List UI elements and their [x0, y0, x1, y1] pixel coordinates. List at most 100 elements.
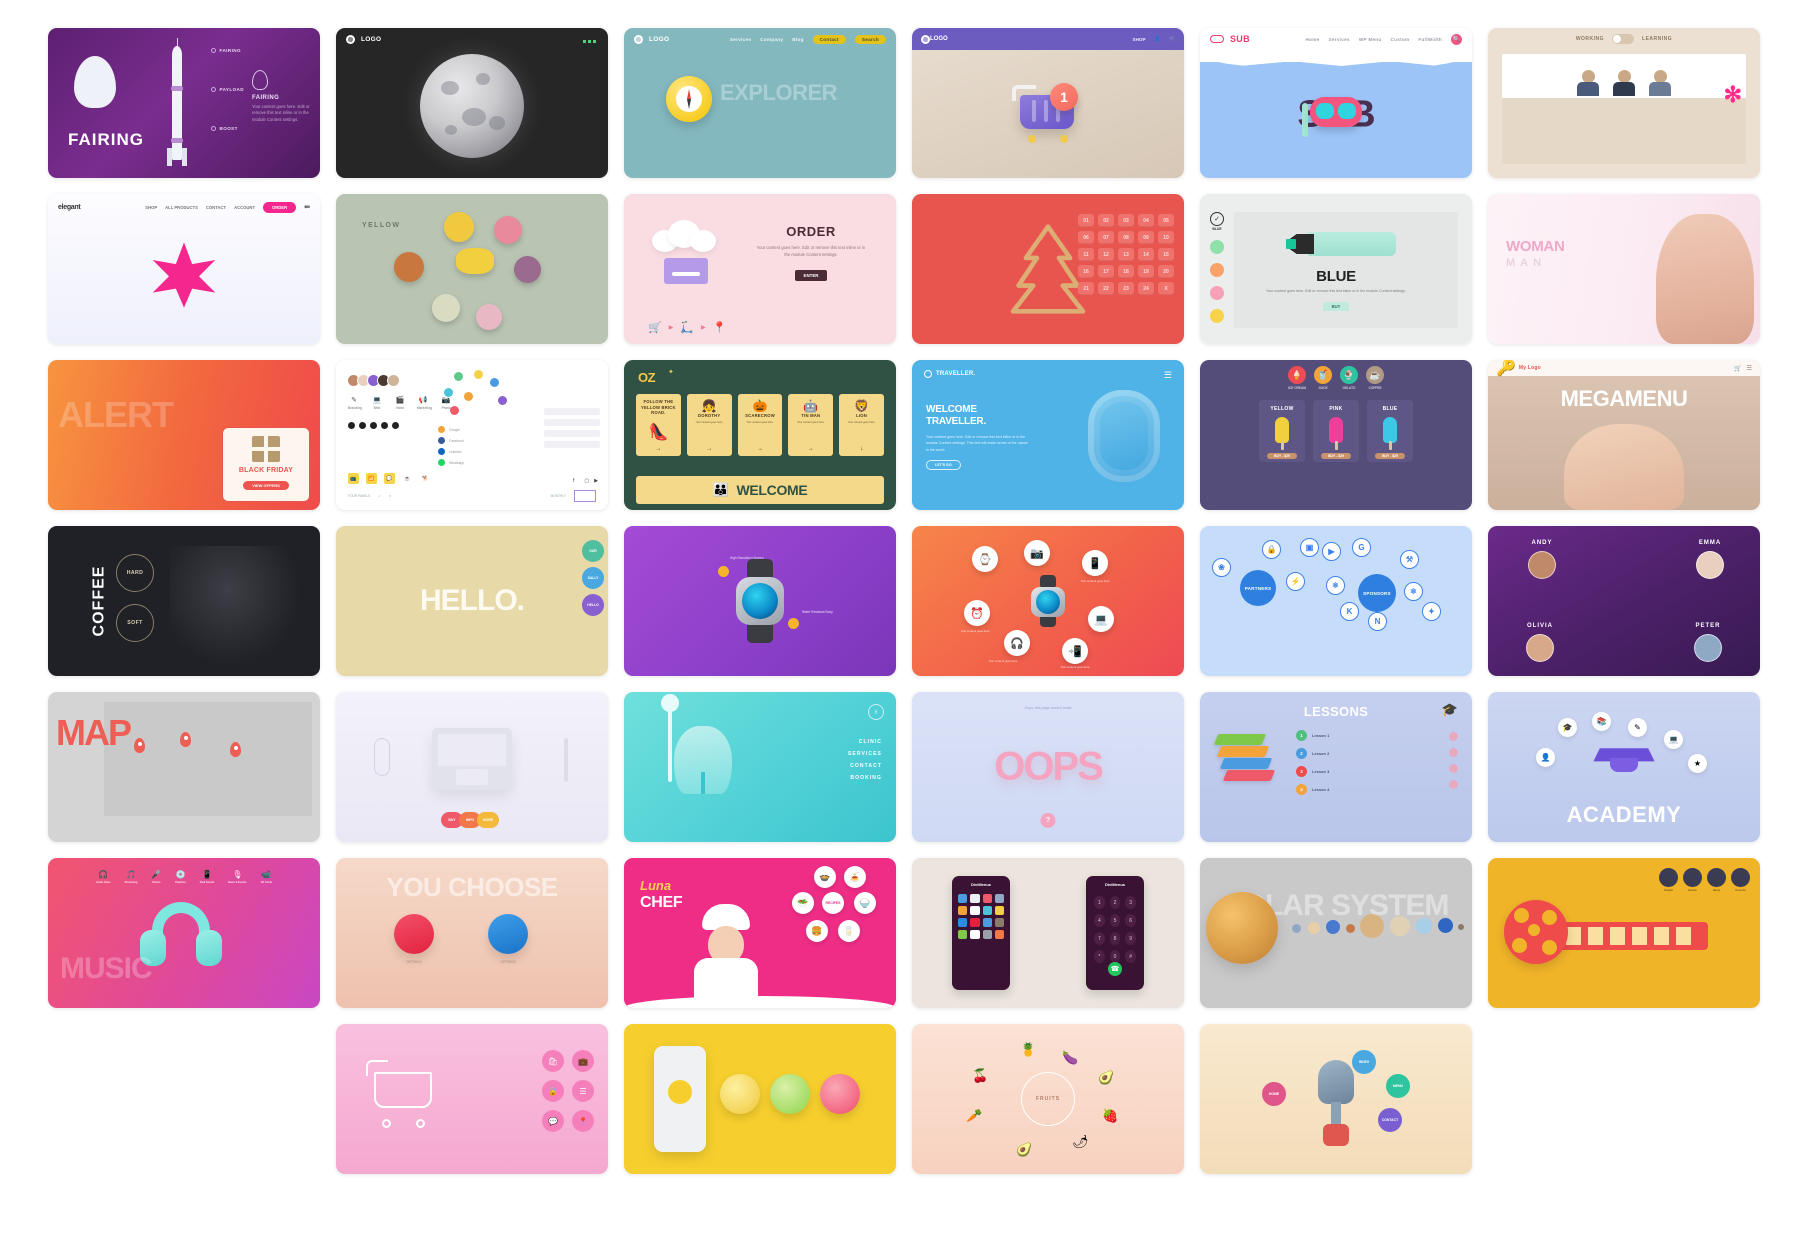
calendar-cell[interactable]: 21	[1078, 282, 1094, 295]
card-yellow[interactable]: YELLOW	[336, 194, 608, 344]
team-member[interactable]: PETER	[1694, 623, 1722, 662]
card-explorer[interactable]: LOGO Services Company Blog Contact Searc…	[624, 28, 896, 178]
enter-button[interactable]: ENTER	[795, 270, 828, 281]
tool-button[interactable]: 📺	[348, 473, 359, 484]
calendar-cell[interactable]: 18	[1118, 265, 1134, 278]
app-grid[interactable]	[958, 894, 1004, 939]
hamburger-icon[interactable]: ☰	[1164, 370, 1172, 381]
oz-card[interactable]: 🦁 LION Your content goes here. ↓	[839, 394, 884, 456]
price-badge[interactable]: BUY - $29	[1375, 453, 1405, 459]
nav-links[interactable]: Services Company Blog Contact Search	[730, 35, 886, 44]
card-woman-man[interactable]: WOMAN MAN	[1488, 194, 1760, 344]
calendar-cell[interactable]: 08	[1118, 231, 1134, 244]
dial-key[interactable]: 4	[1094, 914, 1105, 927]
academy-icon[interactable]: ✎	[1628, 718, 1647, 737]
gadget-icon[interactable]: ⌚	[972, 546, 998, 572]
recipe-dot[interactable]: 🍔	[806, 920, 828, 942]
nav-item[interactable]: WP Menu	[1359, 37, 1382, 42]
partner-node[interactable]: K	[1340, 602, 1359, 621]
card-shopping-icons[interactable]: 🛍 💼 🔒 ☰ 💬 📍	[336, 1024, 608, 1174]
calendar-cell[interactable]: 11	[1078, 248, 1094, 261]
sponsors-hub[interactable]: SPONSORS	[1358, 574, 1396, 612]
chip[interactable]: HELLO	[582, 594, 604, 616]
nav-item[interactable]: SHOP	[145, 205, 157, 210]
calendar-cell[interactable]: 16	[1078, 265, 1094, 278]
film-avatar[interactable]: Chaplin	[1659, 868, 1678, 892]
card-choose[interactable]: YOU CHOOSE OPTION A OPTION B	[336, 858, 608, 1008]
cart-icon[interactable]: 🛒	[1734, 365, 1741, 372]
facebook-icon[interactable]: f	[573, 478, 574, 484]
product-card[interactable]: BLUE BUY - $29	[1367, 400, 1413, 462]
map-pin[interactable]	[230, 742, 241, 757]
toolbar-row[interactable]: 📺 📶 💬 ☕ 🐕	[348, 473, 431, 484]
academy-icon[interactable]: 🎓	[1558, 718, 1577, 737]
team-member[interactable]: ANDY	[1528, 540, 1556, 579]
film-avatar[interactable]: Hardy	[1707, 868, 1726, 892]
card-clinic[interactable]: ⚕ CLINIC SERVICES CONTACT BOOKING	[624, 692, 896, 842]
music-icon[interactable]: 🎧 Audio Store	[96, 870, 111, 884]
nav-item[interactable]: Custom	[1391, 37, 1410, 42]
card-moon[interactable]: LOGO	[336, 28, 608, 178]
nav-item-shop[interactable]: SHOP	[1133, 37, 1146, 42]
lets-go-button[interactable]: LET'S GO	[926, 460, 961, 470]
card-solar[interactable]: SOLAR SYSTEM	[1200, 858, 1472, 1008]
category-tabs[interactable]: 🍦 ICE CREAM 🥤 JUICE 🍨 GELATO ☕ COFFEE	[1200, 366, 1472, 390]
fruit-icon[interactable]: 🥕	[966, 1108, 982, 1124]
oz-card[interactable]: 🤖 TIN MAN Your content goes here. →	[788, 394, 833, 456]
soft-button[interactable]: SOFT	[116, 604, 154, 642]
shop-icon[interactable]: ☰	[572, 1080, 594, 1102]
calendar-cell[interactable]: 20	[1158, 265, 1174, 278]
dial-key[interactable]: 7	[1094, 932, 1105, 945]
fruit-icon[interactable]: 🌶	[1072, 1134, 1089, 1150]
tool-button[interactable]: 📶	[366, 473, 377, 484]
recipe-dots[interactable]: 🍲 🍝 🥗 RECIPES 🍚 🍔 🥛	[792, 866, 888, 944]
tool-icon-row[interactable]: ✎ Branding 💻 Web 🎬 Video 📢 Marketing 📷 Photo	[348, 396, 452, 410]
recipe-dot[interactable]: 🍚	[854, 892, 876, 914]
phone-apps[interactable]: DiviMenus	[952, 876, 1010, 990]
partner-node[interactable]: ⚒	[1400, 550, 1419, 569]
partner-node[interactable]: ▶	[1322, 542, 1341, 561]
share-icon[interactable]: ⇚	[304, 203, 310, 211]
calendar-cell[interactable]: 03	[1118, 214, 1134, 227]
calendar-cell[interactable]: 12	[1098, 248, 1114, 261]
lesson-row[interactable]: 2 Lesson 2	[1296, 748, 1329, 759]
nav-item[interactable]: Services	[730, 37, 751, 42]
dial-key[interactable]: 9	[1125, 932, 1136, 945]
product-card[interactable]: YELLOW BUY - $29	[1259, 400, 1305, 462]
user-icon[interactable]: 👤	[1155, 36, 1161, 42]
music-icon[interactable]: 🎙 News & Events	[228, 870, 247, 884]
academy-icon[interactable]: 📚	[1592, 712, 1611, 731]
list-item[interactable]: Whatsapp	[438, 459, 464, 466]
partner-node[interactable]: ✦	[1422, 602, 1441, 621]
gadget-icon[interactable]: ⏰	[964, 600, 990, 626]
product-card[interactable]: PINK BUY - $29	[1313, 400, 1359, 462]
oz-welcome-bar[interactable]: 👪 WELCOME	[636, 476, 884, 504]
calendar-cell[interactable]: 07	[1098, 231, 1114, 244]
coffee-buttons[interactable]: HARD SOFT	[116, 554, 154, 642]
recipe-dot[interactable]: 🥛	[838, 920, 860, 942]
shop-icon-grid[interactable]: 🛍 💼 🔒 ☰ 💬 📍	[542, 1050, 594, 1132]
hotspot-pin[interactable]	[718, 566, 729, 577]
hard-button[interactable]: HARD	[116, 554, 154, 592]
gadget-icon[interactable]: 📱	[1082, 550, 1108, 576]
price-badge[interactable]: BUY - $29	[1321, 453, 1351, 459]
option-b-button[interactable]	[488, 914, 528, 954]
partner-node[interactable]: 🔒	[1262, 540, 1281, 559]
card-lessons[interactable]: LESSONS 🎓 1 Lesson 1 2 Lesson 2 3 Lesson 3 …	[1200, 692, 1472, 842]
dial-key[interactable]: *	[1094, 950, 1105, 963]
card-fruits-ring[interactable]: FRUITS 🍍 🍆 🥑 🍓 🍒 🥕 🌶 🥑	[912, 1024, 1184, 1174]
recipe-dot[interactable]: 🍲	[814, 866, 836, 888]
card-map[interactable]: MAP	[48, 692, 320, 842]
card-film[interactable]: Chaplin Keaton Hardy Groucho	[1488, 858, 1760, 1008]
nav-item[interactable]: ACCOUNT	[234, 205, 255, 210]
shop-icon[interactable]: 🔒	[542, 1080, 564, 1102]
card-sub[interactable]: SUB Home Services WP Menu Custom FullWid…	[1200, 28, 1472, 178]
calendar-cell[interactable]: 02	[1098, 214, 1114, 227]
tool-button[interactable]: 💬	[384, 473, 395, 484]
contact-button[interactable]: Contact	[813, 35, 846, 44]
menu-item[interactable]: BOOKING	[848, 772, 882, 784]
menu-icon[interactable]: ☰	[1747, 365, 1752, 372]
mic-bubble[interactable]: MENU	[1386, 1074, 1410, 1098]
dial-key[interactable]: 1	[1094, 896, 1105, 909]
shop-icon[interactable]: 💬	[542, 1110, 564, 1132]
